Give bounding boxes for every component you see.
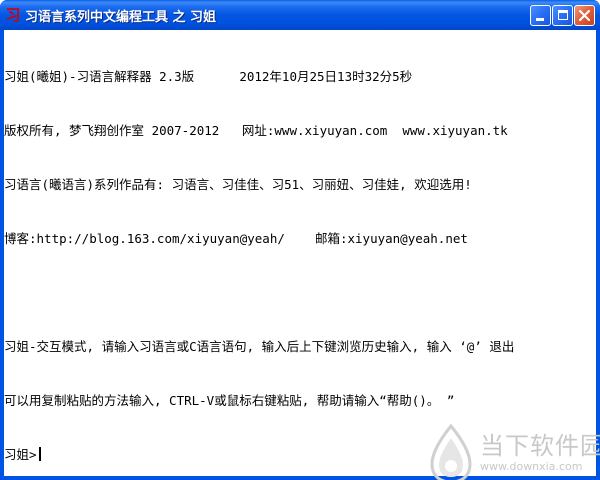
console-line: 习姐-交互模式, 请输入习语言或C语言语句, 输入后上下键浏览历史输入, 输入 … xyxy=(4,339,515,354)
maximize-button[interactable] xyxy=(552,5,573,26)
console-line: 可以用复制粘贴的方法输入, CTRL-V或鼠标右键粘贴, 帮助请输入“帮助()。… xyxy=(4,393,455,408)
watermark-name: 当下软件园 xyxy=(480,432,600,460)
console-prompt: 习姐> xyxy=(4,447,37,462)
watermark-logo-icon xyxy=(430,424,472,480)
console-line: 习姐(曦姐)-习语言解释器 2.3版 2012年10月25日13时32分5秒 xyxy=(4,69,413,84)
console-output[interactable]: 习姐(曦姐)-习语言解释器 2.3版 2012年10月25日13时32分5秒 版… xyxy=(4,30,596,476)
minimize-icon xyxy=(536,18,544,21)
window-title: 习语言系列中文编程工具 之 习姐 xyxy=(25,10,217,25)
console-line: 博客:http://blog.163.com/xiyuyan@yeah/ 邮箱:… xyxy=(4,231,468,246)
app-window: 习 习语言系列中文编程工具 之 习姐 习姐(曦姐)-习语言解释器 2.3版 20… xyxy=(0,0,600,480)
console-line: 习语言(曦语言)系列作品有: 习语言、习佳佳、习51、习丽妞、习佳娃, 欢迎选用… xyxy=(4,177,472,192)
title-bar[interactable]: 习 习语言系列中文编程工具 之 习姐 xyxy=(0,0,600,30)
minimize-button[interactable] xyxy=(530,5,551,26)
app-icon-glyph: 习 xyxy=(5,6,21,24)
text-cursor xyxy=(38,447,41,461)
console-area[interactable]: 习姐(曦姐)-习语言解释器 2.3版 2012年10月25日13时32分5秒 版… xyxy=(4,30,600,480)
close-button[interactable] xyxy=(574,5,595,26)
watermark-url: www.downxia.com xyxy=(480,460,583,473)
app-icon[interactable]: 习 xyxy=(5,7,21,23)
console-line: 版权所有, 梦飞翔创作室 2007-2012 网址:www.xiyuyan.co… xyxy=(4,123,508,138)
watermark: 当下软件园 www.downxia.com xyxy=(428,420,600,480)
close-icon xyxy=(579,10,590,21)
maximize-icon xyxy=(558,10,568,20)
